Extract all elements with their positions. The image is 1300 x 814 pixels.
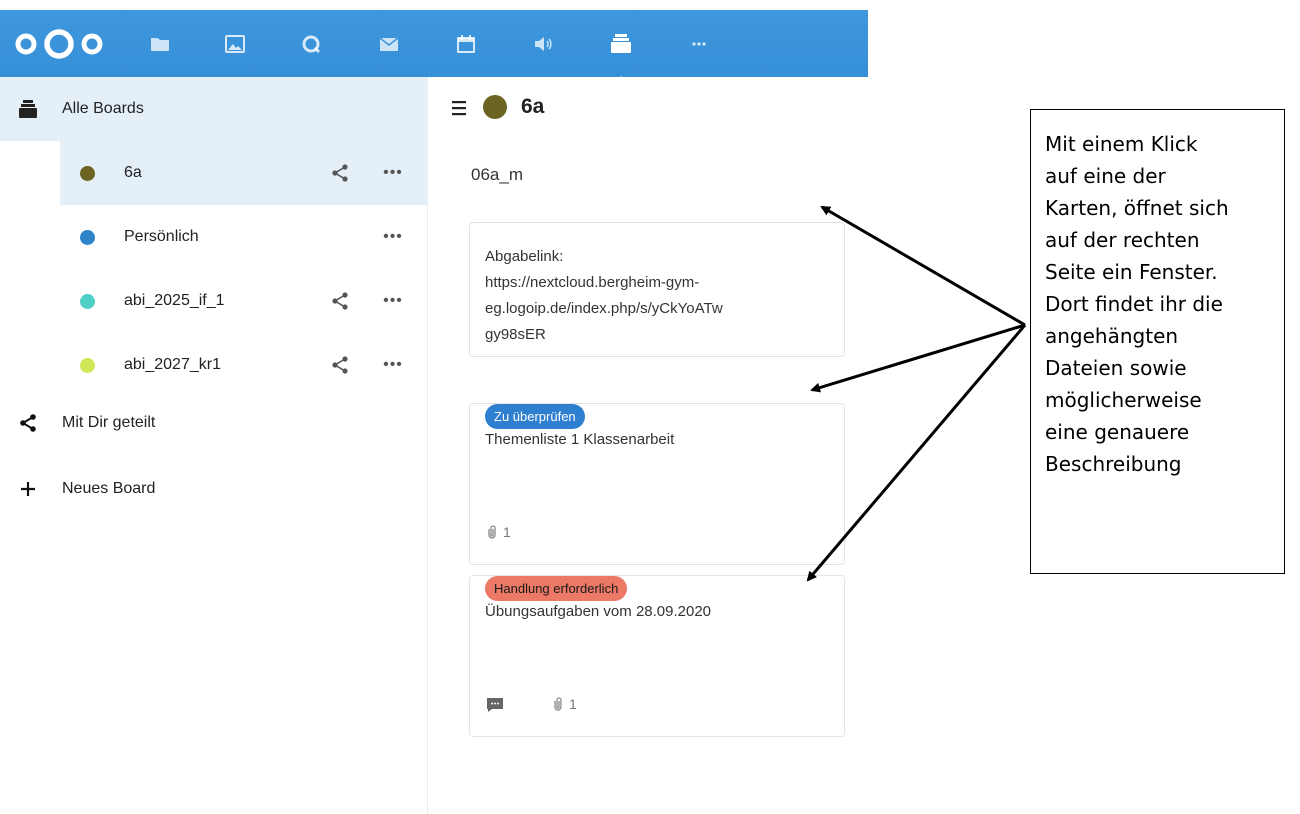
menu-icon[interactable] bbox=[451, 99, 471, 117]
board-color-dot bbox=[80, 294, 95, 309]
share-icon[interactable] bbox=[330, 291, 350, 311]
callout-line: Beschreibung bbox=[1045, 452, 1182, 476]
sidebar-item-label: 6a bbox=[124, 164, 142, 181]
card-themenliste[interactable]: Themenliste 1 Klassenarbeit Zu überprüfe… bbox=[469, 403, 845, 565]
paperclip-icon bbox=[554, 697, 562, 711]
attachment-count-value: 1 bbox=[569, 696, 577, 712]
sidebar-item-all-boards[interactable]: Alle Boards bbox=[0, 77, 428, 141]
page-title: 6a bbox=[521, 95, 545, 118]
search-icon[interactable] bbox=[294, 27, 328, 61]
share-icon[interactable] bbox=[330, 355, 350, 375]
more-actions-icon[interactable]: ••• bbox=[382, 163, 404, 183]
annotation-callout: Mit einem Klick auf eine der Karten, öff… bbox=[1030, 109, 1285, 574]
stack-title[interactable]: 06a_m bbox=[471, 165, 523, 185]
folder-icon[interactable] bbox=[143, 27, 177, 61]
nextcloud-logo-icon[interactable] bbox=[14, 29, 104, 59]
sidebar-board-persoenlich[interactable]: Persönlich ••• bbox=[0, 205, 428, 269]
callout-line: möglicherweise bbox=[1045, 388, 1202, 412]
more-actions-icon[interactable]: ••• bbox=[382, 291, 404, 311]
card-title: Übungsaufgaben vom 28.09.2020 bbox=[485, 603, 712, 620]
board-color-dot bbox=[483, 95, 507, 119]
board-color-dot bbox=[80, 358, 95, 373]
callout-line: Dateien sowie bbox=[1045, 356, 1187, 380]
card-label-badge[interactable]: Handlung erforderlich bbox=[485, 576, 628, 601]
sidebar-board-abi-2027-kr1[interactable]: abi_2027_kr1 ••• bbox=[0, 333, 428, 397]
sidebar-item-label: abi_2025_if_1 bbox=[124, 292, 225, 309]
deck-icon bbox=[19, 100, 37, 118]
plus-icon bbox=[21, 482, 35, 496]
callout-line: auf eine der bbox=[1045, 164, 1166, 188]
sidebar-item-label: Alle Boards bbox=[62, 100, 144, 117]
sidebar-board-abi-2025-if-1[interactable]: abi_2025_if_1 ••• bbox=[0, 269, 428, 333]
more-actions-icon[interactable]: ••• bbox=[382, 355, 404, 375]
attachment-count-value: 1 bbox=[503, 524, 511, 540]
sidebar-item-new-board[interactable]: Neues Board bbox=[0, 457, 428, 521]
board-view: 6a 06a_m Abgabelink: https://nextcloud.b… bbox=[429, 77, 869, 814]
card-description: gy98sER bbox=[485, 326, 546, 343]
top-header-bar bbox=[0, 10, 868, 87]
attachment-count: 1 bbox=[486, 524, 511, 540]
attachment-count: 1 bbox=[552, 696, 577, 712]
callout-line: Karten, öffnet sich bbox=[1045, 196, 1229, 220]
card-description: Abgabelink: bbox=[485, 248, 564, 265]
comment-icon[interactable] bbox=[485, 696, 505, 714]
sidebar-board-6a[interactable]: 6a ••• bbox=[60, 141, 428, 205]
card-label-badge[interactable]: Zu überprüfen bbox=[485, 404, 585, 429]
deck-icon[interactable] bbox=[604, 27, 638, 61]
speaker-icon[interactable] bbox=[526, 27, 560, 61]
more-apps-icon[interactable] bbox=[682, 27, 716, 61]
callout-line: Seite ein Fenster. bbox=[1045, 260, 1218, 284]
sidebar-item-label: abi_2027_kr1 bbox=[124, 356, 221, 373]
callout-line: Mit einem Klick bbox=[1045, 132, 1198, 156]
sidebar-item-label: Persönlich bbox=[124, 228, 199, 245]
calendar-icon[interactable] bbox=[449, 27, 483, 61]
share-icon[interactable] bbox=[330, 163, 350, 183]
paperclip-icon bbox=[488, 525, 496, 539]
card-abgabelink[interactable]: Abgabelink: https://nextcloud.bergheim-g… bbox=[469, 222, 845, 357]
sidebar-item-label: Mit Dir geteilt bbox=[62, 414, 156, 431]
board-color-dot bbox=[80, 166, 95, 181]
card-title: Themenliste 1 Klassenarbeit bbox=[485, 431, 675, 448]
callout-line: Dort findet ihr die bbox=[1045, 292, 1223, 316]
board-color-dot bbox=[80, 230, 95, 245]
mail-icon[interactable] bbox=[372, 27, 406, 61]
card-description: eg.logoip.de/index.php/s/yCkYoATw bbox=[485, 300, 723, 317]
sidebar-item-label: Neues Board bbox=[62, 480, 156, 497]
share-icon bbox=[20, 414, 36, 432]
callout-line: eine genauere bbox=[1045, 420, 1190, 444]
card-uebungsaufgaben[interactable]: Übungsaufgaben vom 28.09.2020 Handlung e… bbox=[469, 575, 845, 737]
callout-line: auf der rechten bbox=[1045, 228, 1200, 252]
image-icon[interactable] bbox=[218, 27, 252, 61]
app-navigation: Alle Boards 6a ••• Persönlich ••• abi_20… bbox=[0, 77, 428, 814]
more-actions-icon[interactable]: ••• bbox=[382, 227, 404, 247]
card-description: https://nextcloud.bergheim-gym- bbox=[485, 274, 700, 291]
sidebar-item-shared-with-me[interactable]: Mit Dir geteilt bbox=[0, 391, 428, 455]
callout-line: angehängten bbox=[1045, 324, 1179, 348]
